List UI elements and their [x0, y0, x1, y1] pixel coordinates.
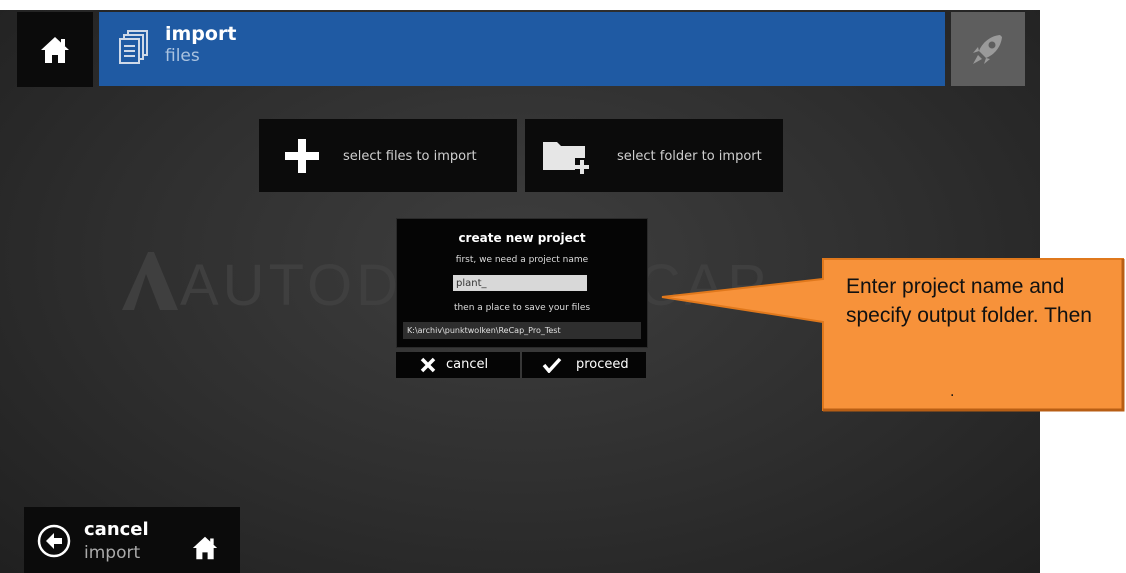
callout-text: Enter project name and specify output fo… [846, 275, 1092, 327]
callout-trailing-mark: . [950, 384, 955, 400]
